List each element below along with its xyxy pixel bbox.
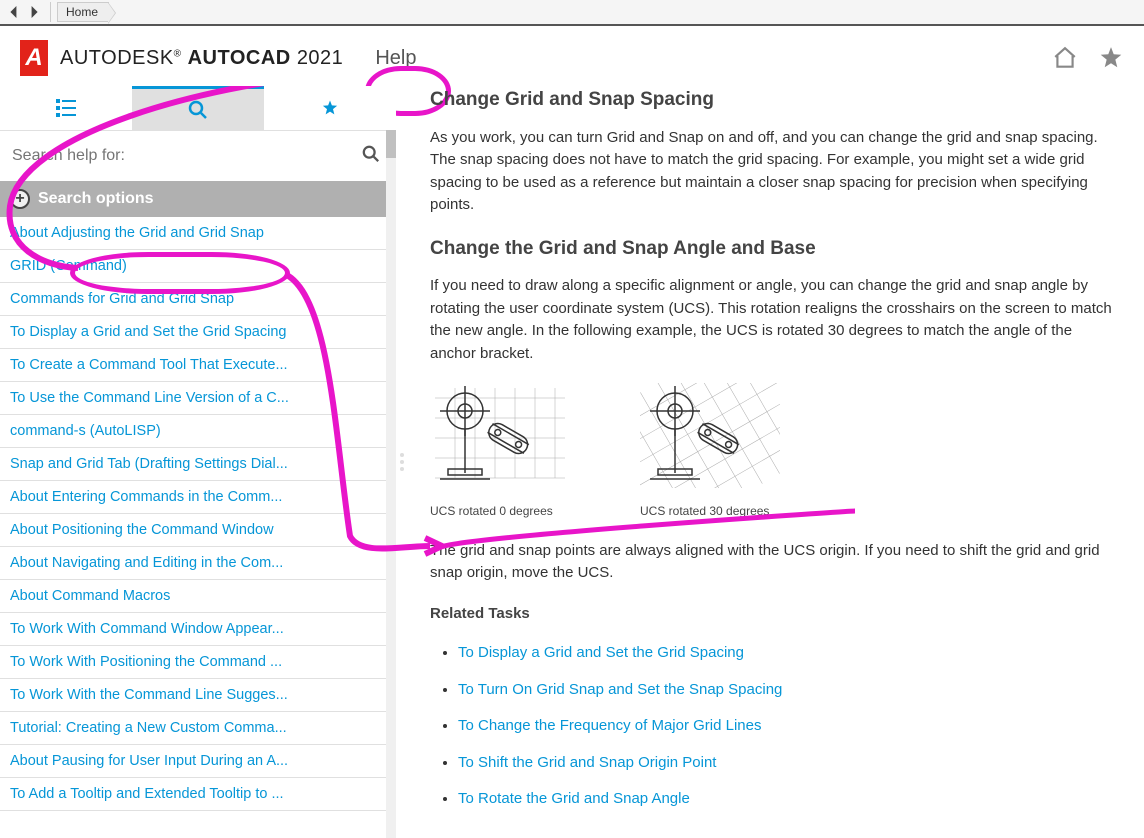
search-options-bar[interactable]: + Search options	[0, 181, 396, 217]
pane-drag-handle[interactable]	[396, 86, 408, 838]
brand-year: 2021	[297, 47, 344, 69]
help-content: Change Grid and Snap Spacing As you work…	[408, 86, 1144, 838]
ucs-figure-0deg: UCS rotated 0 degrees	[430, 383, 590, 520]
result-item[interactable]: About Adjusting the Grid and Grid Snap	[0, 217, 396, 250]
section-heading-1: Change Grid and Snap Spacing	[430, 86, 1122, 115]
related-task-item: To Turn On Grid Snap and Set the Snap Sp…	[458, 672, 1122, 709]
app-header: A AUTODESK® AUTOCAD 2021 Help	[0, 26, 1144, 86]
brand-prefix: AUTODESK	[60, 47, 174, 69]
related-link[interactable]: To Turn On Grid Snap and Set the Snap Sp…	[458, 681, 782, 698]
nav-separator	[50, 2, 51, 22]
result-item[interactable]: To Use the Command Line Version of a C..…	[0, 382, 396, 415]
forward-button[interactable]	[24, 2, 44, 22]
related-link[interactable]: To Rotate the Grid and Snap Angle	[458, 790, 690, 807]
related-task-item: To Change the Frequency of Major Grid Li…	[458, 708, 1122, 745]
related-task-item: To Rotate the Grid and Snap Angle	[458, 781, 1122, 818]
star-icon[interactable]	[1098, 45, 1124, 71]
result-item[interactable]: To Add a Tooltip and Extended Tooltip to…	[0, 778, 396, 811]
related-tasks-list: To Display a Grid and Set the Grid Spaci…	[458, 635, 1122, 818]
search-input[interactable]	[10, 141, 362, 171]
tab-search[interactable]	[132, 86, 264, 130]
result-item[interactable]: To Work With Positioning the Command ...	[0, 646, 396, 679]
result-item[interactable]: command-s (AutoLISP)	[0, 415, 396, 448]
result-item[interactable]: To Display a Grid and Set the Grid Spaci…	[0, 316, 396, 349]
result-item[interactable]: To Work With the Command Line Sugges...	[0, 679, 396, 712]
sidebar-tabs	[0, 86, 396, 131]
brand-registered: ®	[174, 48, 182, 59]
header-right	[1052, 45, 1124, 71]
related-task-item: To Shift the Grid and Snap Origin Point	[458, 745, 1122, 782]
figure-caption-1: UCS rotated 0 degrees	[430, 502, 590, 520]
result-item[interactable]: To Create a Command Tool That Execute...	[0, 349, 396, 382]
brand-product: AUTOCAD	[188, 47, 291, 69]
result-item[interactable]: About Navigating and Editing in the Com.…	[0, 547, 396, 580]
result-item[interactable]: About Command Macros	[0, 580, 396, 613]
result-item[interactable]: To Work With Command Window Appear...	[0, 613, 396, 646]
tab-contents[interactable]	[0, 86, 132, 130]
result-item[interactable]: About Positioning the Command Window	[0, 514, 396, 547]
section-paragraph-3: The grid and snap points are always alig…	[430, 540, 1122, 585]
related-link[interactable]: To Change the Frequency of Major Grid Li…	[458, 717, 762, 734]
search-go-icon[interactable]	[362, 145, 380, 168]
brand-title: AUTODESK® AUTOCAD 2021	[60, 47, 343, 70]
breadcrumb-home[interactable]: Home	[57, 2, 109, 22]
expand-icon: +	[10, 189, 30, 209]
result-item[interactable]: Snap and Grid Tab (Drafting Settings Dia…	[0, 448, 396, 481]
result-item[interactable]: Tutorial: Creating a New Custom Comma...	[0, 712, 396, 745]
result-item[interactable]: About Entering Commands in the Comm...	[0, 481, 396, 514]
autodesk-logo: A	[20, 40, 48, 76]
help-tab-label: Help	[375, 47, 416, 69]
result-item[interactable]: Commands for Grid and Grid Snap	[0, 283, 396, 316]
browser-nav-bar: Home	[0, 0, 1144, 26]
main-area: + Search options About Adjusting the Gri…	[0, 86, 1144, 838]
help-tab[interactable]: Help	[357, 41, 434, 76]
section-heading-2: Change the Grid and Snap Angle and Base	[430, 235, 1122, 264]
sidebar: + Search options About Adjusting the Gri…	[0, 86, 396, 838]
sidebar-scrollbar[interactable]	[386, 130, 396, 838]
result-item[interactable]: About Pausing for User Input During an A…	[0, 745, 396, 778]
search-options-label: Search options	[38, 190, 154, 208]
sidebar-scroll-thumb[interactable]	[386, 130, 396, 158]
section-paragraph-2: If you need to draw along a specific ali…	[430, 275, 1122, 365]
search-row	[0, 131, 396, 181]
figure-caption-2: UCS rotated 30 degrees	[640, 502, 800, 520]
related-link[interactable]: To Shift the Grid and Snap Origin Point	[458, 754, 716, 771]
related-link[interactable]: To Display a Grid and Set the Grid Spaci…	[458, 644, 744, 661]
tab-favorites[interactable]	[264, 86, 396, 130]
back-button[interactable]	[4, 2, 24, 22]
breadcrumb-home-label: Home	[66, 5, 98, 19]
search-results: About Adjusting the Grid and Grid Snap G…	[0, 217, 396, 811]
home-icon[interactable]	[1052, 45, 1078, 71]
result-item[interactable]: GRID (Command)	[0, 250, 396, 283]
related-task-item: To Display a Grid and Set the Grid Spaci…	[458, 635, 1122, 672]
ucs-figure-30deg: UCS rotated 30 degrees	[640, 383, 800, 520]
section-paragraph-1: As you work, you can turn Grid and Snap …	[430, 127, 1122, 217]
ucs-figures: UCS rotated 0 degrees	[430, 383, 1122, 520]
related-tasks-heading: Related Tasks	[430, 603, 1122, 626]
